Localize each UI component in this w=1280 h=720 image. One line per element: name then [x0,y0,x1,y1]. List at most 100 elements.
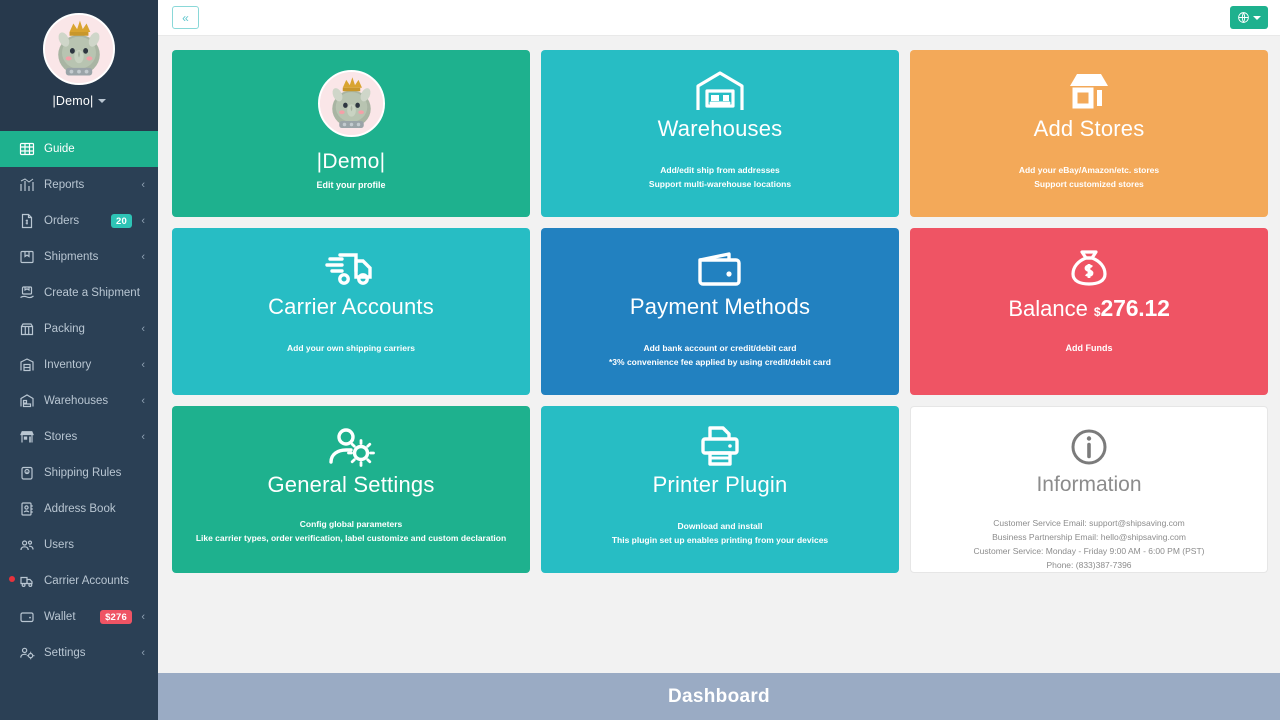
tile-title: General Settings [267,472,435,497]
sidebar-item-orders[interactable]: Orders 20 ‹ [0,203,158,239]
tile-sub-line-2: *3% convenience fee applied by using cre… [608,357,831,368]
caret-down-icon [97,99,106,103]
tile-sub-line-2: This plugin set up enables printing from… [611,535,829,546]
customer-service-hours: Customer Service: Monday - Friday 9:00 A… [973,545,1205,556]
store-icon [18,429,35,446]
wallet-icon [696,245,744,293]
user-gear-icon [327,423,375,471]
wallet-badge: $276 [100,610,132,624]
tile-subtitle: Add bank account or credit/debit card *3… [599,341,841,369]
tile-title: Information [1036,472,1142,496]
sidebar-item-label: Warehouses [44,395,109,407]
sidebar-item-shipping-rules[interactable]: Shipping Rules [0,455,158,491]
warehouse-icon [18,393,35,410]
rhino-avatar-icon [45,15,113,83]
sidebar-item-label: Shipments [44,251,99,263]
chevron-left-icon: ‹ [141,358,145,371]
create-shipment-icon [18,285,35,302]
balance-currency: $ [1093,305,1101,319]
chevron-double-left-icon: « [182,10,189,25]
sidebar-item-reports[interactable]: Reports ‹ [0,167,158,203]
tile-subtitle: Add your own shipping carriers [277,341,425,355]
add-funds-link[interactable]: Add Funds [1066,343,1113,353]
tile-add-stores[interactable]: Add Stores Add your eBay/Amazon/etc. sto… [910,50,1268,217]
tile-sub-line-1: Config global parameters [299,519,403,530]
tile-printer-plugin[interactable]: Printer Plugin Download and install This… [541,406,899,573]
user-gear-icon [18,645,35,662]
chevron-left-icon: ‹ [141,178,145,191]
sidebar-collapse-button[interactable]: « [172,6,199,29]
sidebar-item-label: Packing [44,323,85,335]
sidebar-profile-name[interactable]: |Demo| [52,94,106,108]
tile-information: Information Customer Service Email: supp… [910,406,1268,573]
chevron-left-icon: ‹ [141,394,145,407]
sidebar-item-packing[interactable]: Packing ‹ [0,311,158,347]
warehouse-icon [694,67,746,115]
sidebar-item-guide[interactable]: Guide [0,131,158,167]
sidebar-item-settings[interactable]: Settings ‹ [0,635,158,671]
tile-sub-line-1: Add your eBay/Amazon/etc. stores [1018,165,1160,176]
tile-warehouses[interactable]: Warehouses Add/edit ship from addresses … [541,50,899,217]
caret-down-icon [1253,15,1261,20]
orders-badge: 20 [111,214,132,228]
language-selector-button[interactable] [1230,6,1268,29]
sidebar-item-carrier-accounts[interactable]: Carrier Accounts [0,563,158,599]
sidebar-item-label: Inventory [44,359,92,371]
sidebar-item-shipments[interactable]: Shipments ‹ [0,239,158,275]
address-book-icon [18,501,35,518]
clipboard-icon [18,465,35,482]
dashboard-tiles-grid: |Demo| Edit your profile Warehouses Add/… [158,36,1280,720]
tile-title: Printer Plugin [652,472,788,497]
sidebar-item-stores[interactable]: Stores ‹ [0,419,158,455]
sidebar-item-label: Guide [44,143,75,155]
sidebar-item-label: Orders [44,215,80,227]
phone-number: Phone: (833)387-7396 [1046,559,1132,570]
sidebar-item-users[interactable]: Users [0,527,158,563]
truck-icon [18,573,35,590]
tile-sub-line-1: Download and install [677,521,763,532]
tile-payment-methods[interactable]: Payment Methods Add bank account or cred… [541,228,899,395]
sidebar-item-inventory[interactable]: Inventory ‹ [0,347,158,383]
storefront-icon [1063,67,1115,115]
tile-subtitle: Config global parameters Like carrier ty… [186,517,516,545]
printer-icon [698,423,742,471]
main-content: « |Demo| Edit your profile Warehouses Ad… [158,0,1280,720]
info-circle-icon [1069,424,1109,471]
sidebar-item-label: Wallet [44,611,76,623]
sidebar-item-label: Carrier Accounts [44,575,130,587]
tile-profile-sub: Edit your profile [316,180,386,190]
inventory-icon [18,357,35,374]
money-bag-icon [1067,245,1111,293]
tile-sub-line-1: Add your own shipping carriers [287,343,415,354]
sidebar-profile[interactable]: |Demo| [0,0,158,131]
tile-subtitle: Add your eBay/Amazon/etc. stores Support… [1009,163,1169,191]
tile-title: Carrier Accounts [268,294,434,319]
customer-service-email: Customer Service Email: support@shipsavi… [993,517,1185,528]
wallet-icon [18,609,35,626]
topbar: « [158,0,1280,36]
tile-sub-line-2: Support multi-warehouse locations [648,179,792,190]
sidebar-item-label: Address Book [44,503,116,515]
tile-general-settings[interactable]: General Settings Config global parameter… [172,406,530,573]
tile-profile-name: |Demo| [316,150,386,173]
tile-profile[interactable]: |Demo| Edit your profile [172,50,530,217]
globe-icon [1237,11,1250,24]
chevron-left-icon: ‹ [141,214,145,227]
sidebar-item-label: Shipping Rules [44,467,122,479]
business-partnership-email: Business Partnership Email: hello@shipsa… [992,531,1186,542]
sidebar-item-warehouses[interactable]: Warehouses ‹ [0,383,158,419]
rhino-avatar-icon [319,72,383,135]
notification-dot-icon [9,576,15,582]
tile-carrier-accounts[interactable]: Carrier Accounts Add your own shipping c… [172,228,530,395]
sidebar-item-address-book[interactable]: Address Book [0,491,158,527]
tile-balance[interactable]: Balance $ 276.12 Add Funds [910,228,1268,395]
sidebar-item-label: Settings [44,647,86,659]
sidebar-item-wallet[interactable]: Wallet $276 ‹ [0,599,158,635]
sidebar-item-create-a-shipment[interactable]: Create a Shipment [0,275,158,311]
grid-icon [18,141,35,158]
bar-chart-icon [18,177,35,194]
tile-title: Payment Methods [629,294,811,319]
tile-sub-line-1: Add bank account or credit/debit card [643,343,797,354]
chevron-left-icon: ‹ [141,646,145,659]
rhino-avatar [317,70,385,137]
